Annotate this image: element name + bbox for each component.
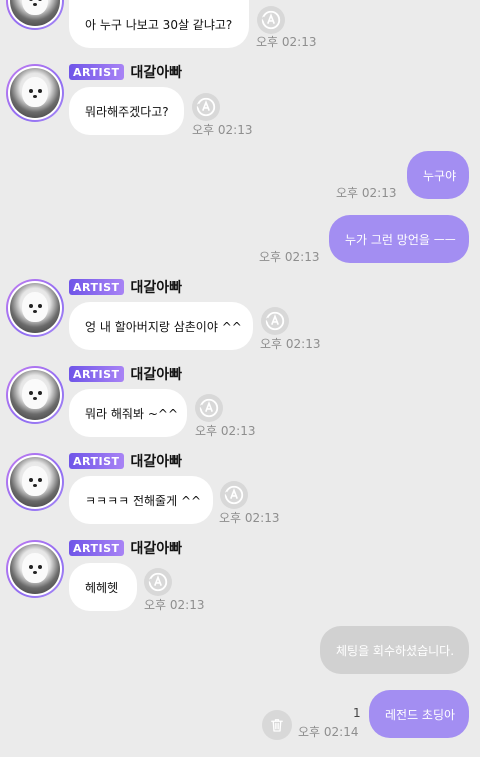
avatar[interactable]: [6, 366, 64, 424]
translate-icon[interactable]: [192, 93, 220, 121]
sender-header: ARTIST 대갈아빠: [69, 63, 182, 81]
message-bubble-incoming[interactable]: 뭐라 해줘봐 ~^^: [69, 389, 187, 437]
avatar[interactable]: [6, 540, 64, 598]
sender-name[interactable]: 대갈아빠: [131, 538, 183, 558]
artist-badge: ARTIST: [69, 453, 124, 469]
message-bubble-outgoing[interactable]: 누가 그런 망언을 ㅡㅡ: [329, 215, 469, 263]
message-time: 오후 02:13: [144, 598, 205, 612]
message-text: 누가 그런 망언을 ㅡㅡ: [345, 232, 456, 247]
message-text: 아 누구 나보고 30살 같냐고?: [85, 17, 233, 32]
retracted-message-bubble[interactable]: 체팅을 회수하셨습니다.: [320, 626, 469, 674]
translate-icon[interactable]: [257, 6, 285, 34]
message-text: 레전드 초딩아: [385, 707, 456, 722]
message-time: 오후 02:13: [195, 424, 256, 438]
artist-badge: ARTIST: [69, 64, 124, 80]
message-bubble-incoming[interactable]: 엉 내 할아버지랑 삼촌이야 ^^: [69, 302, 253, 350]
artist-badge: ARTIST: [69, 279, 124, 295]
message-bubble-incoming[interactable]: 헤헤헷: [69, 563, 137, 611]
message-time: 오후 02:13: [336, 186, 397, 200]
message-text: 체팅을 회수하셨습니다.: [336, 643, 455, 658]
message-time: 오후 02:14: [298, 725, 359, 739]
chat-area: 아 누구 나보고 30살 같냐고? 오후 02:13 ARTIST 대갈아빠 뭐…: [0, 0, 480, 757]
avatar[interactable]: [6, 64, 64, 122]
message-bubble-incoming[interactable]: 아 누구 나보고 30살 같냐고?: [69, 0, 249, 48]
sender-header: ARTIST 대갈아빠: [69, 539, 182, 557]
translate-icon[interactable]: [144, 568, 172, 596]
message-text: 뭐라해주겠다고?: [85, 104, 169, 119]
message-time: 오후 02:13: [259, 250, 320, 264]
message-bubble-outgoing[interactable]: 레전드 초딩아: [369, 690, 469, 738]
sender-name[interactable]: 대갈아빠: [131, 451, 183, 471]
message-text: ㅋㅋㅋㅋ 전해줄게 ^^: [85, 493, 202, 508]
unread-count: 1: [353, 706, 361, 720]
message-text: 헤헤헷: [85, 580, 119, 595]
message-bubble-incoming[interactable]: 뭐라해주겠다고?: [69, 87, 184, 135]
message-text: 누구야: [423, 168, 457, 183]
avatar[interactable]: [6, 279, 64, 337]
sender-name[interactable]: 대갈아빠: [131, 62, 183, 82]
sender-header: ARTIST 대갈아빠: [69, 365, 182, 383]
translate-icon[interactable]: [261, 307, 289, 335]
sender-name[interactable]: 대갈아빠: [131, 277, 183, 297]
avatar[interactable]: [6, 453, 64, 511]
message-bubble-outgoing[interactable]: 누구야: [407, 151, 469, 199]
message-time: 오후 02:13: [192, 123, 253, 137]
trash-icon[interactable]: [262, 710, 292, 740]
artist-badge: ARTIST: [69, 366, 124, 382]
message-text: 뭐라 해줘봐 ~^^: [85, 406, 178, 421]
sender-header: ARTIST 대갈아빠: [69, 278, 182, 296]
sender-header: ARTIST 대갈아빠: [69, 452, 182, 470]
message-text: 엉 내 할아버지랑 삼촌이야 ^^: [85, 319, 242, 334]
message-time: 오후 02:13: [219, 511, 280, 525]
translate-icon[interactable]: [195, 394, 223, 422]
avatar[interactable]: [6, 0, 64, 30]
message-bubble-incoming[interactable]: ㅋㅋㅋㅋ 전해줄게 ^^: [69, 476, 213, 524]
message-time: 오후 02:13: [260, 337, 321, 351]
artist-badge: ARTIST: [69, 540, 124, 556]
message-time: 오후 02:13: [256, 35, 317, 49]
sender-name[interactable]: 대갈아빠: [131, 364, 183, 384]
translate-icon[interactable]: [220, 481, 248, 509]
